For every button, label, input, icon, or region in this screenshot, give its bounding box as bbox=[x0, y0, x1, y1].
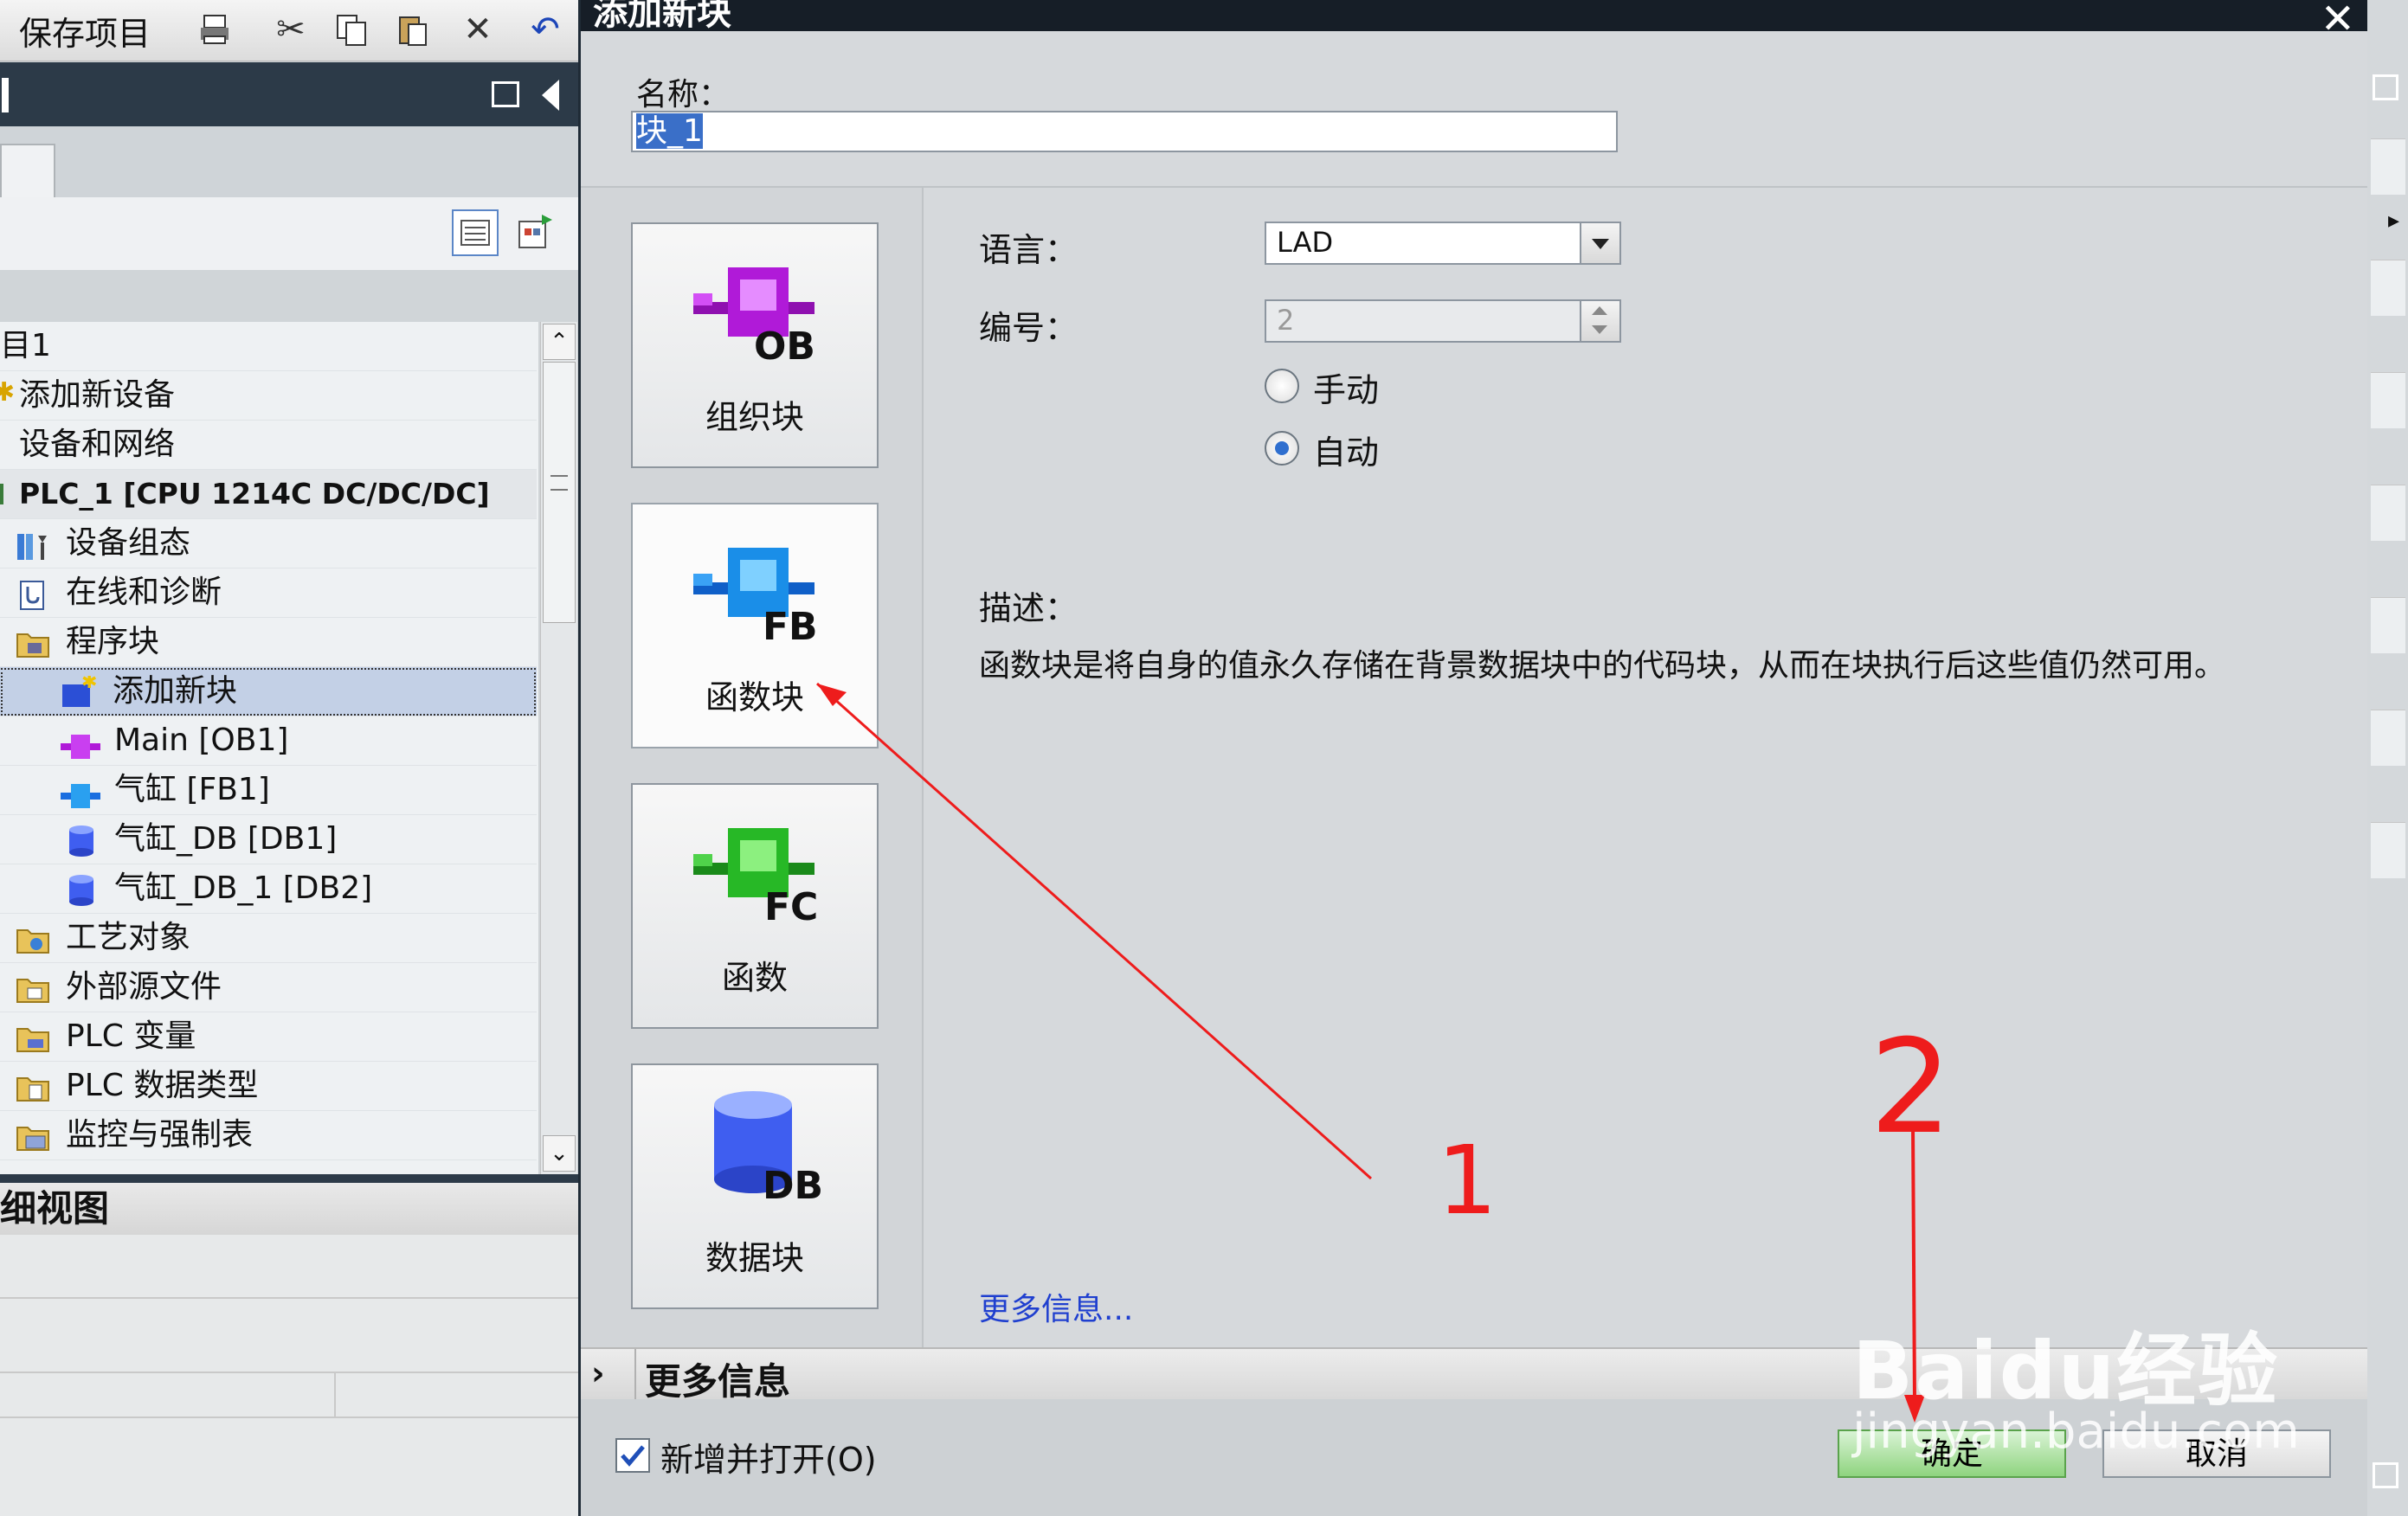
annotation-arrowhead-1 bbox=[817, 684, 847, 706]
baidu-watermark-url: jingyan.baidu.com bbox=[1852, 1404, 2300, 1460]
annotation-mark-1: 1 bbox=[1437, 1125, 1497, 1236]
annotation-mark-2: 2 bbox=[1870, 1012, 1953, 1163]
annotation-overlay bbox=[816, 682, 1925, 1423]
annotation-arrow-1 bbox=[816, 682, 1372, 1180]
